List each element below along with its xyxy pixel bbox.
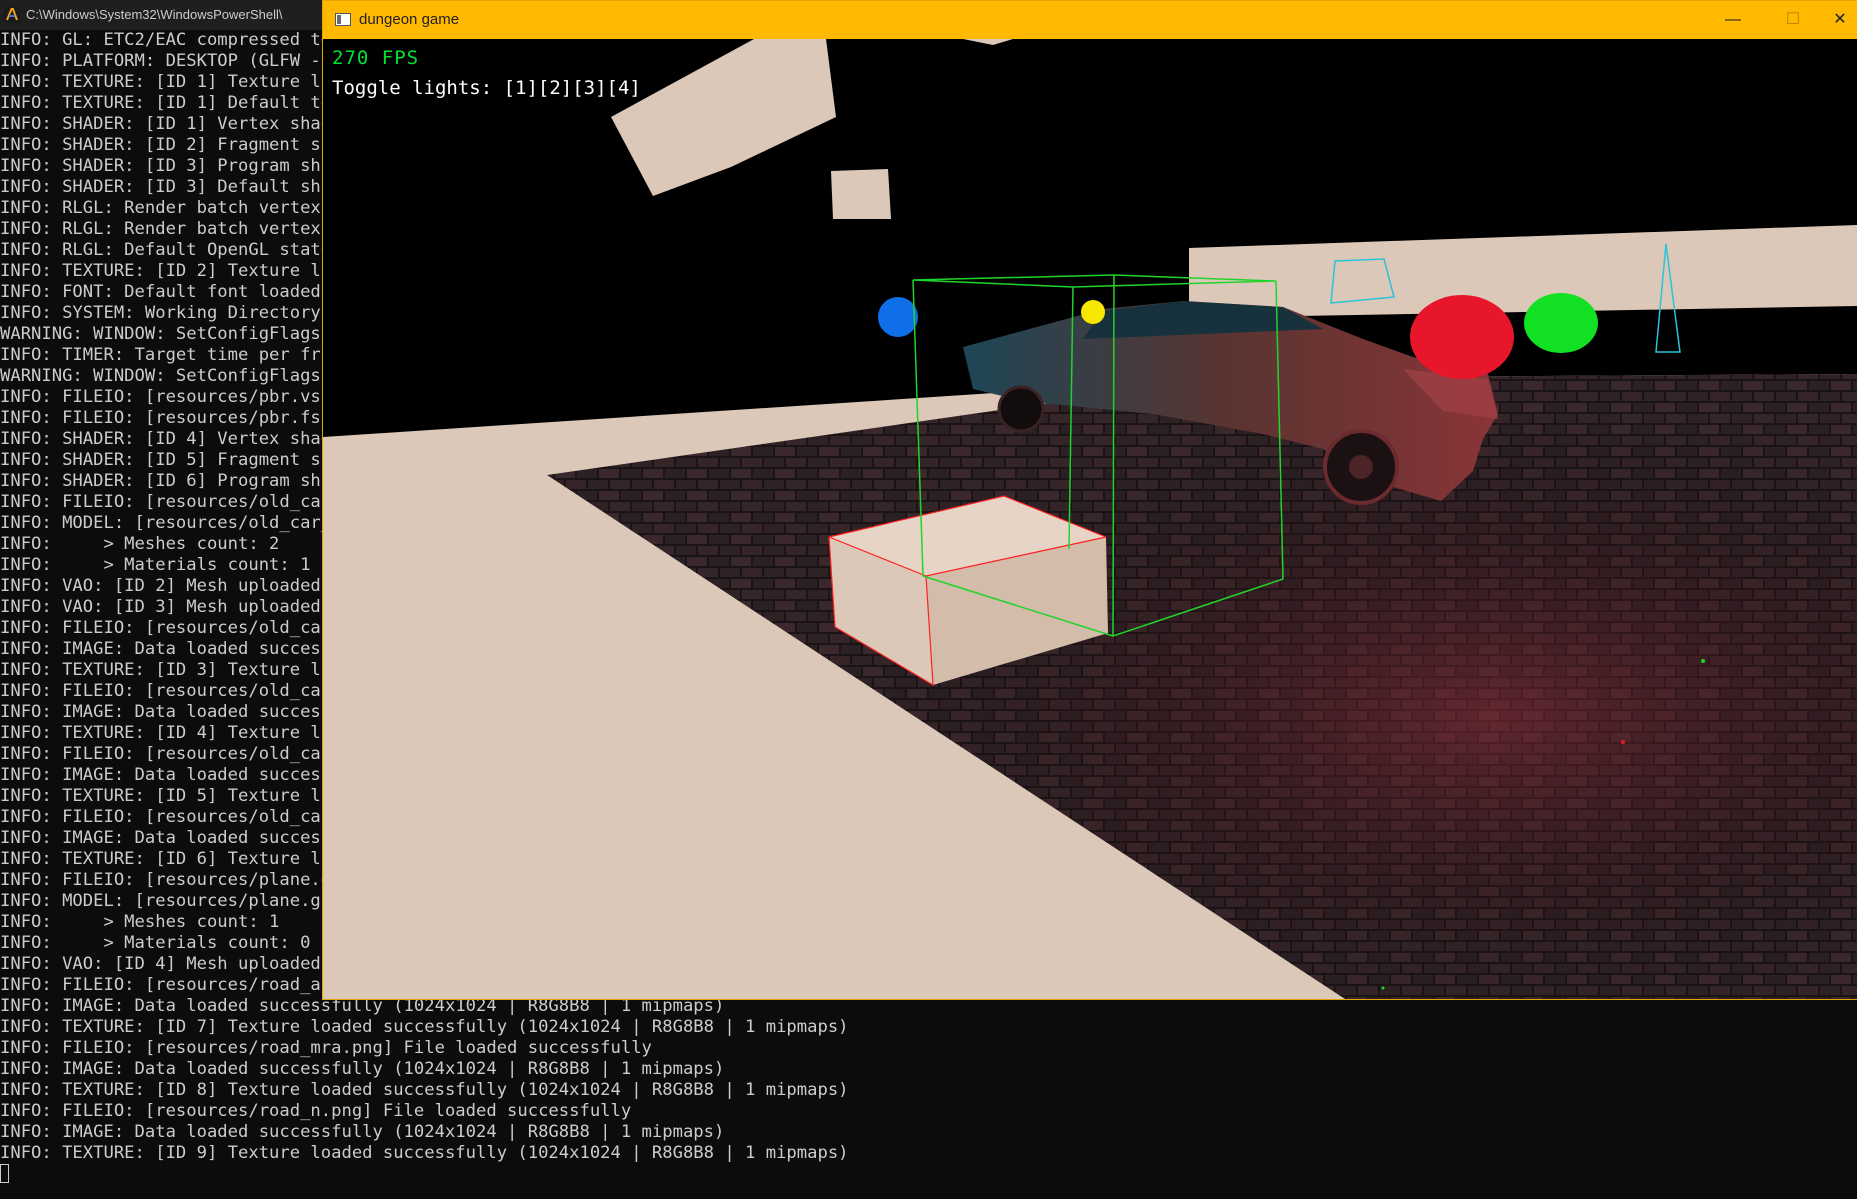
light-blue <box>878 297 918 337</box>
terminal-line: INFO: TEXTURE: [ID 9] Texture loaded suc… <box>0 1143 849 1163</box>
terminal-line: INFO: TEXTURE: [ID 7] Texture loaded suc… <box>0 1017 849 1037</box>
back-wall <box>1189 225 1857 318</box>
game-window: dungeon game — ☐ ✕ 270 FPS Toggle lights… <box>322 0 1857 1000</box>
powershell-icon <box>4 7 20 23</box>
terminal-title: C:\Windows\System32\WindowsPowerShell\ <box>26 7 283 22</box>
game-titlebar[interactable]: dungeon game — ☐ ✕ <box>323 1 1857 39</box>
light-red <box>1410 295 1514 379</box>
minimize-button[interactable]: — <box>1703 1 1763 39</box>
game-window-title: dungeon game <box>359 11 460 28</box>
terminal-cursor <box>0 1164 9 1183</box>
terminal-line: INFO: IMAGE: Data loaded successfully (1… <box>0 1059 725 1079</box>
scene-render <box>323 39 1857 999</box>
toggle-lights-hint: Toggle lights: [1][2][3][4] <box>332 77 641 99</box>
terminal-line: INFO: FILEIO: [resources/road_mra.png] F… <box>0 1038 652 1058</box>
maximize-button[interactable]: ☐ <box>1763 1 1823 39</box>
plane-shard <box>611 39 836 196</box>
terminal-line: INFO: FILEIO: [resources/road_n.png] Fil… <box>0 1101 632 1121</box>
light-green <box>1524 293 1598 353</box>
terminal-line: INFO: IMAGE: Data loaded successfully (1… <box>0 1122 725 1142</box>
light-yellow <box>1081 300 1105 324</box>
plane-shard-small <box>831 169 891 219</box>
close-button[interactable]: ✕ <box>1823 1 1857 39</box>
game-viewport[interactable]: 270 FPS Toggle lights: [1][2][3][4] <box>323 39 1857 999</box>
terminal-line: INFO: IMAGE: Data loaded successfully (1… <box>0 996 725 1016</box>
fps-counter: 270 FPS <box>332 47 420 69</box>
terminal-line: INFO: TEXTURE: [ID 8] Texture loaded suc… <box>0 1080 849 1100</box>
plane-shard-tiny <box>963 39 1013 45</box>
window-app-icon <box>335 13 351 26</box>
